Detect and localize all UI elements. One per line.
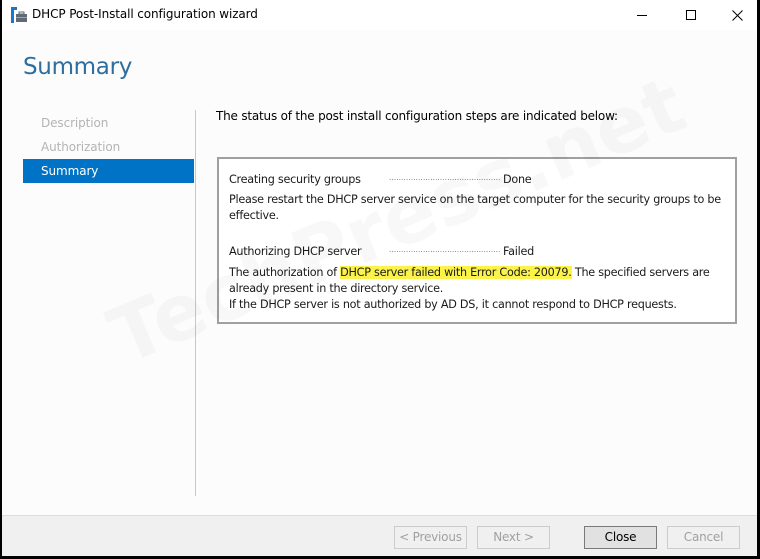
wizard-window: DHCP Post-Install configuration wizard S… (2, 0, 757, 556)
close-window-button[interactable] (714, 0, 757, 30)
close-button[interactable]: Close (584, 526, 657, 549)
step-dots: ........................................… (389, 174, 501, 182)
maximize-button[interactable] (668, 0, 714, 30)
window-title: DHCP Post-Install configuration wizard (32, 7, 258, 21)
step-status-done: Done (503, 173, 532, 186)
step-name: Authorizing DHCP server (229, 245, 362, 258)
nav-divider (195, 110, 196, 496)
step-error-message: The authorization of DHCP server failed … (229, 265, 721, 313)
step-name: Creating security groups (229, 173, 361, 186)
minimize-icon (637, 10, 647, 20)
footer-bar: < Previous Next > Close Cancel (2, 515, 757, 556)
status-box: Creating security groups................… (217, 157, 737, 324)
wizard-nav: Description Authorization Summary (23, 111, 194, 183)
step-dots: ........................................… (389, 246, 501, 254)
error-highlight: DHCP server failed with Error Code: 2007… (340, 266, 572, 279)
page-title: Summary (23, 54, 133, 80)
nav-item-authorization: Authorization (41, 140, 121, 154)
error-prefix: The authorization of (229, 266, 341, 279)
close-icon (731, 9, 743, 21)
step-status-failed: Failed (503, 245, 534, 258)
error-line2: If the DHCP server is not authorized by … (229, 298, 677, 311)
cancel-button[interactable]: Cancel (667, 526, 740, 549)
minimize-button[interactable] (619, 0, 665, 30)
title-bar[interactable]: DHCP Post-Install configuration wizard (2, 0, 757, 30)
step-message: Please restart the DHCP server service o… (229, 193, 721, 222)
maximize-icon (686, 10, 696, 20)
nav-item-summary[interactable]: Summary (23, 159, 194, 183)
next-button[interactable]: Next > (477, 526, 550, 549)
previous-button[interactable]: < Previous (394, 526, 467, 549)
intro-text: The status of the post install configura… (216, 109, 618, 123)
step-security-groups: Creating security groups................… (229, 173, 532, 186)
step-authorize-dhcp: Authorizing DHCP server.................… (229, 245, 534, 258)
nav-item-description: Description (41, 116, 109, 130)
dhcp-server-icon (11, 7, 27, 23)
